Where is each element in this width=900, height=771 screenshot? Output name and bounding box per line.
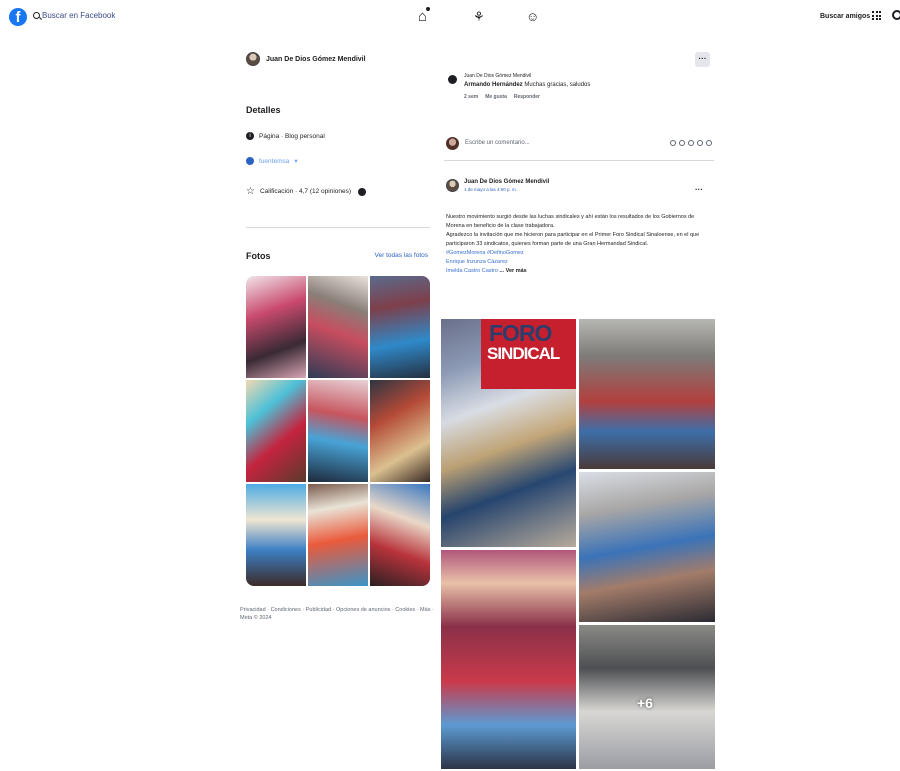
comment-input[interactable]: Escribe un comentario... — [465, 140, 670, 146]
comment-tools — [670, 140, 712, 146]
photo-thumbnail[interactable] — [370, 484, 430, 586]
like-button[interactable]: Me gusta — [485, 94, 507, 100]
post-photo-more[interactable]: +6 — [579, 625, 715, 769]
post-text: Nuestro movimiento surgió desde las luch… — [446, 213, 712, 276]
avatar — [446, 136, 459, 150]
post-date[interactable]: 1 de mayo a las 4:00 p. m. — [464, 187, 549, 192]
photos-heading: Fotos — [246, 251, 271, 261]
tagged-person[interactable]: Enrique Inzunza Cázarez — [446, 258, 712, 267]
notification-dot — [426, 7, 431, 11]
post-more-options-button[interactable]: ··· — [695, 185, 703, 194]
friends-icon[interactable]: ⚘ — [473, 9, 485, 25]
divider — [246, 227, 430, 228]
divider — [444, 160, 714, 161]
photo-thumbnail[interactable] — [246, 380, 306, 482]
banner-text: FORO — [489, 320, 552, 346]
detail-rating: ☆ Calificación · 4,7 (12 opiniones) — [246, 186, 367, 197]
hashtags[interactable]: #GomezMorena #DefinoGomez — [446, 249, 712, 258]
groups-icon[interactable]: ☺ — [526, 9, 539, 25]
info-icon[interactable] — [358, 187, 367, 196]
commenter-name[interactable]: Armando Hernández — [464, 82, 523, 88]
find-friends-button[interactable]: Buscar amigos — [820, 13, 870, 20]
comment-actions: 2 sem Me gusta Responder — [464, 94, 590, 100]
home-icon[interactable]: ⌂ — [418, 7, 431, 25]
avatar[interactable] — [448, 75, 457, 84]
camera-icon[interactable] — [688, 140, 694, 146]
detail-link-text[interactable]: fuentemsa — [259, 158, 289, 165]
photo-thumbnail[interactable] — [246, 276, 306, 378]
photo-thumbnail[interactable] — [308, 380, 368, 482]
search-placeholder[interactable]: Buscar en Facebook — [42, 11, 115, 20]
comment-author[interactable]: Juan De Dios Gómez Mendivil — [464, 73, 590, 79]
avatar[interactable] — [246, 52, 260, 66]
top-navigation-bar: f Buscar en Facebook ⌂ ⚘ ☺ Buscar amigos — [0, 0, 900, 36]
profile-header[interactable]: Juan De Dios Gómez Mendivil — [246, 52, 366, 66]
detail-rating-text: Calificación · 4,7 (12 opiniones) — [259, 188, 352, 195]
gif-icon[interactable] — [697, 140, 703, 146]
photo-thumbnail[interactable] — [308, 276, 368, 378]
detail-link[interactable]: fuentemsa ▾ — [246, 157, 298, 165]
chevron-down-icon[interactable]: ▾ — [294, 157, 297, 165]
post-photo[interactable]: FORO SINDICAL — [441, 319, 576, 547]
banner-text: SINDICAL — [487, 344, 560, 363]
search-icon — [33, 12, 40, 19]
photos-grid — [246, 276, 430, 586]
photo-thumbnail[interactable] — [246, 484, 306, 586]
post-photo[interactable] — [579, 472, 715, 622]
footer-links[interactable]: Privacidad · Condiciones · Publicidad · … — [240, 606, 440, 622]
details-heading: Detalles — [246, 105, 281, 115]
comment-body: Muchas gracias, saludos — [524, 82, 591, 88]
info-icon: i — [246, 132, 254, 140]
detail-page-type-text: Página · Blog personal — [259, 132, 325, 140]
comment-text: Armando Hernández Muchas gracias, saludo… — [464, 82, 590, 88]
avatar-sticker-icon[interactable] — [706, 140, 712, 146]
facebook-logo-icon[interactable]: f — [9, 8, 27, 26]
reply-button[interactable]: Responder — [514, 94, 540, 100]
comment-time[interactable]: 2 sem — [464, 94, 478, 100]
post-author[interactable]: Juan De Dios Gómez Mendivil — [464, 179, 549, 185]
search-field[interactable]: Buscar en Facebook — [33, 11, 115, 20]
globe-icon — [246, 157, 254, 165]
avatar[interactable] — [446, 179, 459, 192]
sticker-icon[interactable] — [670, 140, 676, 146]
photo-thumbnail[interactable] — [370, 276, 430, 378]
apps-grid-icon[interactable] — [872, 11, 881, 20]
photo-thumbnail[interactable] — [370, 380, 430, 482]
see-more-link[interactable]: ... Ver más — [500, 268, 527, 274]
tagged-person[interactable]: Imelda Castro Castro — [446, 268, 498, 274]
post-photo[interactable] — [579, 319, 715, 469]
post-photo-grid: FORO SINDICAL +6 — [441, 319, 715, 769]
see-all-photos-link[interactable]: Ver todas las fotos — [375, 252, 428, 259]
profile-name[interactable]: Juan De Dios Gómez Mendivil — [266, 56, 366, 63]
photo-thumbnail[interactable] — [308, 484, 368, 586]
emoji-icon[interactable] — [679, 140, 685, 146]
post-paragraph: Agradezco la invitación que me hicieron … — [446, 232, 700, 247]
comment-preview: Juan De Dios Gómez Mendivil Armando Hern… — [448, 73, 590, 100]
write-comment-row[interactable]: Escribe un comentario... — [446, 134, 712, 152]
detail-page-type: i Página · Blog personal — [246, 132, 325, 140]
post-header: Juan De Dios Gómez Mendivil 1 de mayo a … — [446, 179, 549, 192]
post-paragraph: Nuestro movimiento surgió desde las luch… — [446, 214, 695, 229]
star-icon: ☆ — [246, 186, 255, 197]
post-photo[interactable] — [441, 550, 576, 769]
more-options-button[interactable]: ··· — [695, 52, 710, 67]
more-photos-count[interactable]: +6 — [637, 695, 653, 711]
messenger-icon[interactable] — [892, 10, 900, 20]
